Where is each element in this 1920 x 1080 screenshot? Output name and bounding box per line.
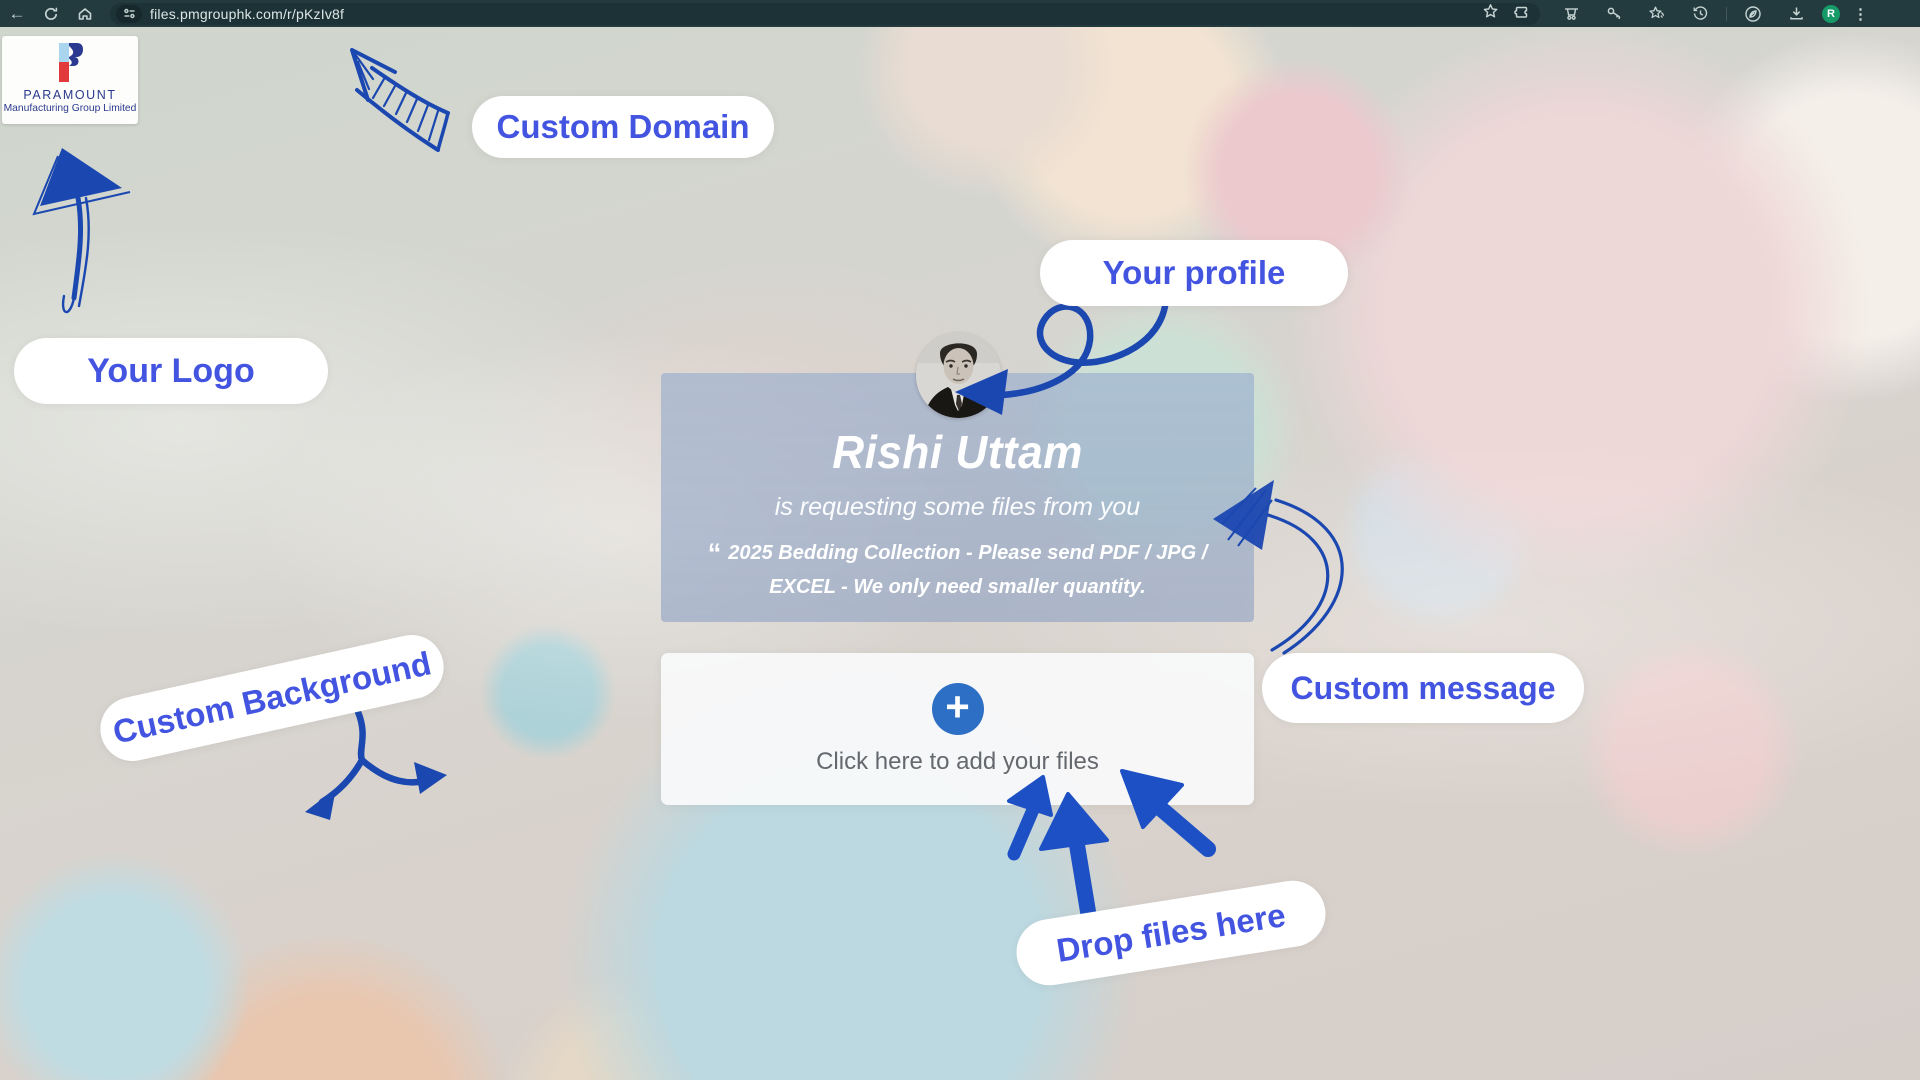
home-icon[interactable] (68, 3, 102, 25)
key-extension-icon[interactable] (1597, 3, 1631, 25)
bookmark-star-icon[interactable] (1482, 3, 1499, 25)
file-drop-zone[interactable]: + Click here to add your files (661, 653, 1254, 805)
logo-text-primary: PARAMOUNT (23, 88, 116, 102)
downloads-icon[interactable] (1779, 3, 1813, 25)
add-files-button[interactable]: + (932, 683, 984, 735)
callout-your-logo: Your Logo (14, 338, 328, 404)
callout-your-profile: Your profile (1040, 240, 1348, 306)
url-bar[interactable]: files.pmgrouphk.com/r/pKzIv8f (110, 3, 1540, 25)
callout-custom-domain: Custom Domain (472, 96, 774, 158)
menu-kebab-icon[interactable]: ⋮ (1849, 5, 1876, 23)
review-star-extension-icon[interactable] (1640, 3, 1674, 25)
callout-custom-message: Custom message (1262, 653, 1584, 723)
paramount-logo-mark (52, 42, 88, 84)
custom-message-text: “ 2025 Bedding Collection - Please send P… (698, 536, 1218, 604)
toolbar-separator (1726, 7, 1727, 21)
screen: ← files.pmgrouphk.com/r/pKzIv8f (0, 0, 1920, 1080)
requester-name: Rishi Uttam (832, 425, 1083, 479)
company-logo: PARAMOUNT Manufacturing Group Limited (2, 36, 138, 124)
portrait-photo (916, 333, 1001, 418)
message-line-2: EXCEL - We only need smaller quantity. (698, 570, 1218, 604)
cart-extension-icon[interactable] (1554, 3, 1588, 25)
profile-avatar[interactable]: R (1822, 5, 1840, 23)
browser-toolbar: ← files.pmgrouphk.com/r/pKzIv8f (0, 0, 1920, 27)
requester-avatar (916, 333, 1001, 418)
extensions-icon[interactable] (1513, 3, 1530, 25)
history-icon[interactable] (1683, 3, 1717, 25)
message-line-1-text: 2025 Bedding Collection - Please send PD… (728, 542, 1207, 564)
back-icon[interactable]: ← (0, 3, 34, 25)
energy-saver-leaf-icon[interactable] (1736, 3, 1770, 25)
extensions-area: R ⋮ (1554, 3, 1876, 25)
url-text: files.pmgrouphk.com/r/pKzIv8f (150, 6, 1482, 22)
quote-mark: “ (708, 538, 722, 568)
message-line-1: “ 2025 Bedding Collection - Please send P… (698, 536, 1218, 570)
logo-text-secondary: Manufacturing Group Limited (4, 103, 137, 114)
request-subtitle: is requesting some files from you (775, 493, 1140, 522)
site-info-icon[interactable] (116, 5, 142, 23)
reload-icon[interactable] (34, 3, 68, 25)
upload-instruction: Click here to add your files (816, 748, 1099, 776)
